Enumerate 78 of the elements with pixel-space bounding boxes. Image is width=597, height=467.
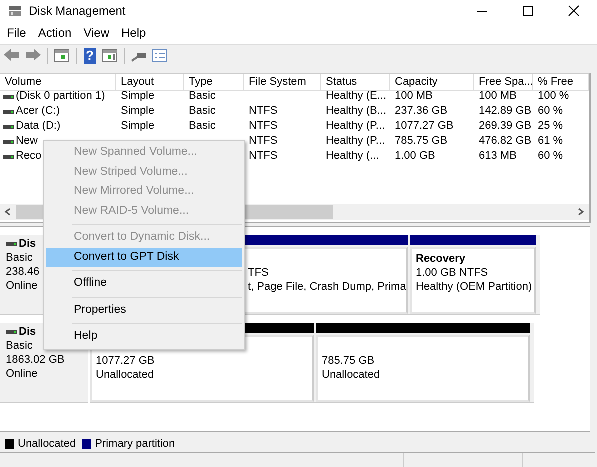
table-cell: (Disk 0 partition 1): [16, 89, 106, 104]
drive-icon: [6, 330, 17, 334]
table-cell: 25 %: [538, 119, 564, 134]
menu-item[interactable]: Action: [32, 26, 78, 40]
context-menu-item[interactable]: Convert to GPT Disk: [46, 248, 242, 267]
disk-size: 1863.02 GB: [6, 353, 66, 367]
table-cell: 1077.27 GB: [395, 119, 454, 134]
menu-item[interactable]: File: [2, 26, 32, 40]
table-cell: 142.89 GB: [479, 104, 532, 119]
legend-label: Primary partition: [95, 438, 176, 450]
disk-type: Basic: [6, 339, 34, 353]
table-cell: 100 %: [538, 89, 570, 104]
partition-info: Unallocated: [322, 368, 382, 382]
window-title: Disk Management: [29, 4, 127, 18]
drive-icon: [3, 140, 14, 144]
table-cell: 60 %: [538, 149, 564, 164]
drive-icon: [6, 242, 17, 246]
partition-name: Recovery: [416, 252, 467, 266]
drive-icon: [3, 124, 14, 128]
table-cell: Basic: [189, 104, 216, 119]
table-cell: 100 MB: [479, 89, 517, 104]
table-cell: Reco: [16, 149, 42, 164]
disk-name: Dis: [19, 325, 36, 339]
table-cell: Acer (C:): [16, 104, 60, 119]
table-cell: Basic: [189, 89, 216, 104]
disk-status: Online: [6, 367, 39, 381]
table-cell: Data (D:): [16, 119, 61, 134]
table-cell: 100 MB: [395, 89, 433, 104]
table-cell: Healthy (...: [326, 149, 380, 164]
panel-icon[interactable]: [101, 47, 119, 65]
table-cell: 613 MB: [479, 149, 517, 164]
column-header[interactable]: % Free: [533, 74, 589, 91]
partition-info: 785.75 GB: [322, 354, 376, 368]
column-header[interactable]: Free Spa...: [474, 74, 533, 91]
column-header[interactable]: Capacity: [390, 74, 474, 91]
menu-item[interactable]: Help: [116, 26, 152, 40]
table-cell: NTFS: [249, 134, 278, 149]
table-cell: 269.39 GB: [479, 119, 532, 134]
partition-info: Unallocated: [96, 368, 156, 382]
drive-icon: [3, 94, 14, 98]
table-cell: NTFS: [249, 104, 278, 119]
table-cell: 476.82 GB: [479, 134, 532, 149]
table-cell: Simple: [121, 89, 155, 104]
table-cell: 237.36 GB: [395, 104, 448, 119]
column-header[interactable]: Status: [321, 74, 390, 91]
table-cell: Simple: [121, 119, 155, 134]
partition-info: TFS: [248, 266, 270, 280]
drive-icon: [3, 110, 14, 114]
partition-info: 1077.27 GB: [96, 354, 156, 368]
table-cell: 785.75 GB: [395, 134, 448, 149]
table-cell: Healthy (P...: [326, 119, 386, 134]
list-icon[interactable]: [151, 47, 169, 65]
legend-label: Unallocated: [18, 438, 76, 450]
app-icon: [8, 5, 22, 17]
table-cell: Healthy (B...: [326, 104, 387, 119]
menu-item[interactable]: View: [78, 26, 116, 40]
table-cell: Simple: [121, 104, 155, 119]
partition-info: Healthy (OEM Partition): [416, 280, 532, 294]
table-cell: Basic: [189, 119, 216, 134]
help-icon[interactable]: ?: [84, 48, 96, 64]
column-header[interactable]: Layout: [116, 74, 184, 91]
column-header[interactable]: File System: [244, 74, 321, 91]
drive-icon: [3, 154, 14, 158]
partition-info: t, Page File, Crash Dump, Prima: [248, 280, 406, 294]
column-header[interactable]: Type: [184, 74, 244, 91]
panel-icon[interactable]: [53, 47, 71, 65]
table-cell: Healthy (E...: [326, 89, 387, 104]
partition-info: 1.00 GB NTFS: [416, 266, 490, 280]
disk-size: 238.46: [6, 265, 41, 279]
column-header[interactable]: Volume: [0, 74, 116, 91]
table-cell: New: [16, 134, 38, 149]
disk-name: Dis: [19, 237, 36, 251]
table-cell: NTFS: [249, 149, 278, 164]
table-cell: Healthy (P...: [326, 134, 386, 149]
table-cell: 60 %: [538, 104, 564, 119]
table-cell: 61 %: [538, 134, 564, 149]
table-cell: 1.00 GB: [395, 149, 436, 164]
table-cell: NTFS: [249, 119, 278, 134]
